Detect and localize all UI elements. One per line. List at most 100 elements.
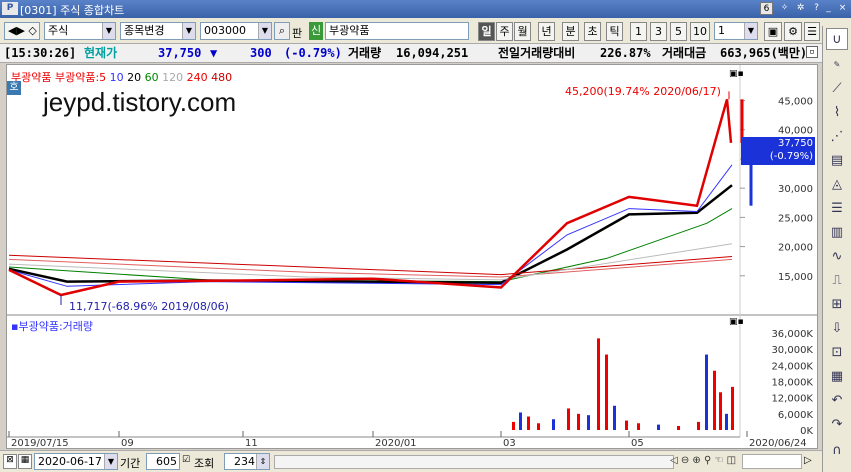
bars-icon[interactable]: ▥ [826, 222, 848, 244]
price-axis-tick: 25,000 [778, 213, 813, 224]
bookmark-icon[interactable]: ⊡ [826, 342, 848, 364]
lookup-input[interactable]: 234 ⇕ [224, 453, 270, 470]
auto-icon[interactable]: ◬ [826, 174, 848, 196]
stepper-icon[interactable]: ⇕ [256, 454, 269, 469]
redo-icon[interactable]: ↷ [826, 414, 848, 436]
horizontal-scrollbar[interactable] [274, 455, 674, 469]
list-icon[interactable]: ☰ [804, 22, 820, 41]
scroll-range-box[interactable] [742, 454, 802, 469]
volume-axis-tick: 30,000K [771, 345, 813, 356]
undo-icon[interactable]: ↶ [826, 390, 848, 412]
save-icon[interactable]: ▣ [764, 22, 782, 41]
chevron-down-icon[interactable]: ▼ [744, 23, 757, 39]
download-icon[interactable]: ⇩ [826, 318, 848, 340]
prev-volume-value: 226.87% [600, 46, 651, 60]
legend-ma10: 10 [109, 71, 124, 84]
report-icon[interactable]: ▤ [826, 150, 848, 172]
expand-down-icon[interactable]: ∩ [826, 440, 848, 462]
period-month-button[interactable]: 월 [514, 22, 531, 41]
volume-bar [705, 354, 708, 430]
volume-bar [567, 408, 570, 430]
plus-icon[interactable]: ⊞ [826, 294, 848, 316]
high-price-annotation: 45,200(19.74% 2020/06/17) [565, 85, 721, 98]
volume-axis-tick: 24,000K [771, 361, 813, 372]
quote-time: [15:30:26] [4, 46, 77, 60]
chevron-down-icon[interactable]: ▼ [104, 454, 117, 469]
stock-code-input[interactable]: 003000 ▼ [200, 22, 272, 40]
title-bar: P [0301] 주식 종합차트 6 ✧ ✲ ? _ × [0, 0, 851, 18]
down-arrow-icon: ▼ [210, 46, 218, 60]
volume-bar [637, 423, 640, 430]
zoom-controls[interactable]: ◁ ⊖ ⊕ ⚲ ☜ ◫ [670, 455, 736, 466]
volume-bar [719, 392, 722, 430]
interval-5-button[interactable]: 5 [670, 22, 687, 41]
legend-ma120: 120 [162, 71, 184, 84]
trend-icon[interactable]: ⟋ [826, 78, 848, 100]
settings-icon[interactable]: ✲ [794, 2, 807, 15]
pin-icon[interactable]: ✧ [778, 2, 791, 15]
tool-icon[interactable]: ✎ [826, 54, 848, 76]
lookup-checkbox-icon[interactable]: ☑ [182, 455, 190, 465]
interval-1-button[interactable]: 1 [630, 22, 647, 41]
volume-bar [625, 420, 628, 430]
measure-icon[interactable]: ⎍ [826, 270, 848, 292]
chart-area[interactable]: 45,00040,00035,00030,00025,00020,00015,0… [6, 64, 818, 449]
grid-icon[interactable]: ▦ [826, 366, 848, 388]
volume-bar [613, 405, 616, 430]
close-button[interactable]: × [836, 2, 849, 15]
fan-icon[interactable]: ⋰ [826, 126, 848, 148]
wave-icon[interactable]: ∿ [826, 246, 848, 268]
price-axis-tick: 45,000 [778, 97, 813, 108]
period-day-button[interactable]: 일 [478, 22, 495, 41]
period-minute-button[interactable]: 분 [562, 22, 579, 41]
chart-canvas[interactable]: 45,00040,00035,00030,00025,00020,00015,0… [7, 65, 817, 448]
volume-bar [527, 416, 530, 430]
date-tick-label: 03 [503, 438, 516, 448]
side-tag[interactable]: 호 [7, 81, 21, 95]
calendar-icon[interactable]: ▦ [18, 454, 32, 469]
chevron-down-icon[interactable]: ▼ [102, 23, 115, 39]
search-icon[interactable]: ⌕ [274, 22, 290, 40]
change-stock-select[interactable]: 종목변경 ▼ [120, 22, 196, 40]
interval-10-button[interactable]: 10 [690, 22, 710, 41]
chevron-down-icon[interactable]: ▼ [258, 23, 271, 39]
chevron-down-icon[interactable]: ▼ [182, 23, 195, 39]
market-select[interactable]: 주식 ▼ [44, 22, 116, 40]
volume-axis: 36,000K 30,000K 24,000K 18,000K 12,000K 6,000… [771, 329, 813, 437]
candlestick-series [8, 91, 753, 305]
date-value: 2020-06-17 [38, 455, 102, 468]
date-input[interactable]: 2020-06-17 ▼ [34, 453, 118, 470]
gear-icon[interactable]: ⚙ [784, 22, 802, 41]
checkbox-icon[interactable]: ⊠ [3, 454, 17, 469]
period-input[interactable]: 605 [146, 453, 180, 470]
collapse-up-icon[interactable]: ∪ [826, 28, 848, 50]
price-axis-tick: 20,000 [778, 243, 813, 254]
stock-name-field: 부광약품 [325, 22, 469, 40]
stock-code-value: 003000 [204, 24, 246, 37]
lines-icon[interactable]: ☰ [826, 198, 848, 220]
scroll-right-icon[interactable]: ▷ [804, 455, 812, 466]
volume-panel-controls[interactable]: ▣▪ [729, 317, 744, 327]
panel-controls[interactable]: ▣▪ [729, 69, 744, 79]
volume-bar [657, 424, 660, 430]
zigzag-icon[interactable]: ⌇ [826, 102, 848, 124]
minimize-button[interactable]: _ [822, 2, 835, 15]
trade-amount-label: 거래대금 [662, 46, 707, 60]
period-tick-button[interactable]: 틱 [606, 22, 623, 41]
period-year-button[interactable]: 년 [538, 22, 555, 41]
window-number-button[interactable]: 6 [760, 2, 773, 15]
interval-3-button[interactable]: 3 [650, 22, 667, 41]
prev-volume-label: 전일거래량대비 [498, 46, 576, 60]
count-select[interactable]: 1 ▼ [714, 22, 758, 40]
period-second-button[interactable]: 초 [584, 22, 601, 41]
low-price-annotation: 11,717(-68.96% 2019/08/06) [69, 300, 229, 313]
expand-icon[interactable]: ▫ [806, 46, 818, 58]
market-value: 주식 [48, 24, 69, 37]
volume-label: 거래량 [348, 46, 382, 60]
period-week-button[interactable]: 주 [496, 22, 513, 41]
price-axis: 45,00040,00035,00030,00025,00020,00015,0… [778, 97, 813, 283]
volume-bar [731, 386, 734, 430]
nav-arrows-button[interactable]: ◀▶ ◇ [4, 22, 40, 40]
ma60-line [8, 208, 733, 283]
window-title: [0301] 주식 종합차트 [20, 4, 125, 17]
